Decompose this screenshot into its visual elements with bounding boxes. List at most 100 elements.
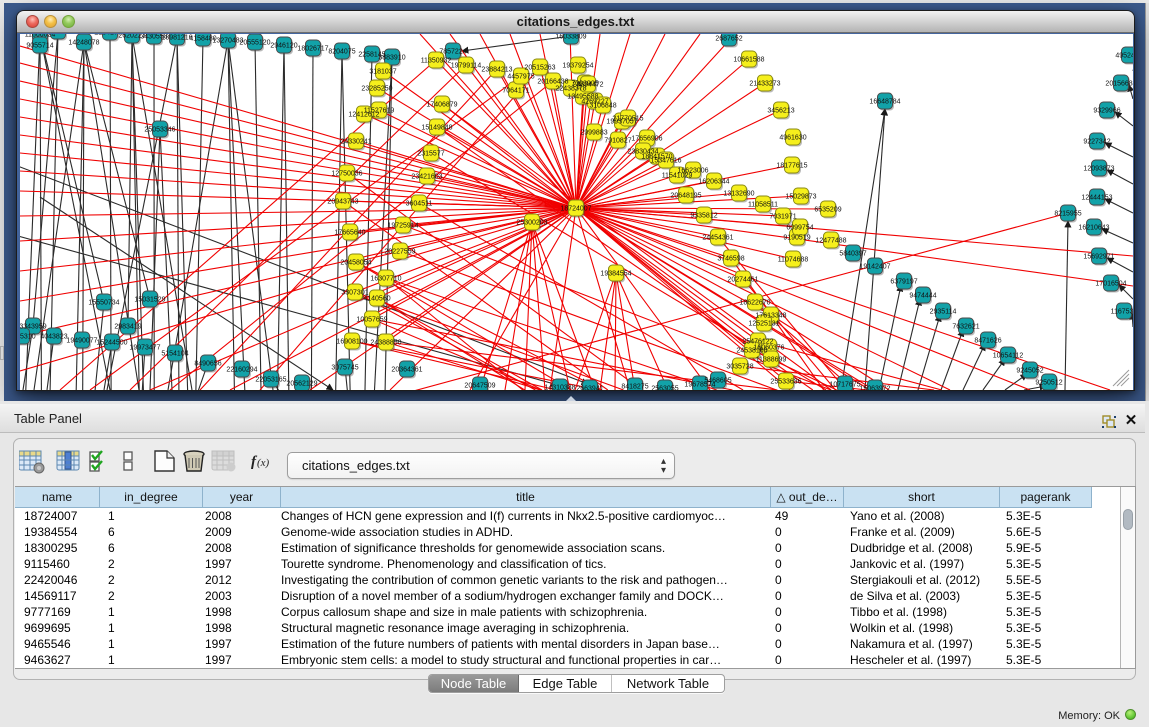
svg-text:3456213: 3456213 xyxy=(767,108,794,115)
svg-text:20648195: 20648195 xyxy=(670,193,701,200)
svg-text:14310388: 14310388 xyxy=(544,385,575,391)
svg-text:6061658: 6061658 xyxy=(44,34,71,36)
svg-text:4952451: 4952451 xyxy=(1115,53,1133,60)
svg-text:20227559: 20227559 xyxy=(384,249,415,256)
svg-text:8471626: 8471626 xyxy=(974,338,1001,345)
svg-text:19379254: 19379254 xyxy=(562,63,593,70)
svg-text:9190519: 9190519 xyxy=(783,235,810,242)
svg-text:2983419: 2983419 xyxy=(114,324,141,331)
svg-text:25053346: 25053346 xyxy=(144,127,175,134)
svg-text:24538166: 24538166 xyxy=(736,348,767,355)
svg-text:12412612: 12412612 xyxy=(348,112,379,119)
svg-text:2315577: 2315577 xyxy=(417,151,444,158)
svg-text:15031529: 15031529 xyxy=(134,297,165,304)
svg-text:3604511: 3604511 xyxy=(406,201,433,208)
svg-text:16210643: 16210643 xyxy=(1078,225,1109,232)
svg-text:12444153: 12444153 xyxy=(1081,195,1112,202)
svg-text:16623006: 16623006 xyxy=(677,168,708,175)
svg-text:18622670: 18622670 xyxy=(739,300,770,307)
svg-text:9055714: 9055714 xyxy=(26,43,53,50)
svg-text:11388699: 11388699 xyxy=(756,357,787,364)
svg-text:9335812: 9335812 xyxy=(690,213,717,220)
svg-text:2563055: 2563055 xyxy=(651,386,678,391)
svg-text:18981216: 18981216 xyxy=(161,35,192,42)
svg-text:5468605: 5468605 xyxy=(704,378,731,385)
svg-text:21433273: 21433273 xyxy=(749,81,780,88)
svg-text:24330241: 24330241 xyxy=(340,139,371,146)
svg-text:20156684: 20156684 xyxy=(1105,81,1133,88)
svg-text:17656906: 17656906 xyxy=(631,136,662,143)
svg-text:3181037: 3181037 xyxy=(369,69,396,76)
svg-text:12525131: 12525131 xyxy=(748,321,779,328)
svg-text:18724007: 18724007 xyxy=(560,206,591,213)
svg-text:6535209: 6535209 xyxy=(814,207,841,214)
svg-text:15029873: 15029873 xyxy=(785,194,816,201)
svg-text:18177615: 18177615 xyxy=(776,163,807,170)
svg-text:4140560: 4140560 xyxy=(363,296,390,303)
svg-text:25533636: 25533636 xyxy=(770,379,801,386)
svg-text:10654112: 10654112 xyxy=(993,353,1024,360)
svg-text:20515263: 20515263 xyxy=(524,65,555,72)
svg-text:20458054: 20458054 xyxy=(340,260,371,267)
svg-text:15550734: 15550734 xyxy=(88,300,119,307)
svg-text:15244500: 15244500 xyxy=(96,340,127,347)
svg-text:23884213: 23884213 xyxy=(481,67,512,74)
svg-text:17406879: 17406879 xyxy=(426,102,457,109)
svg-text:23285250: 23285250 xyxy=(361,86,392,93)
svg-text:10661588: 10661588 xyxy=(733,57,764,64)
svg-text:4961630: 4961630 xyxy=(779,135,806,142)
svg-text:(x): (x) xyxy=(257,457,270,469)
svg-text:25300203: 25300203 xyxy=(516,220,547,227)
svg-text:8215955: 8215955 xyxy=(1054,211,1081,218)
svg-text:7910827: 7910827 xyxy=(604,138,631,145)
svg-text:17613348: 17613348 xyxy=(755,313,786,320)
svg-text:7632621: 7632621 xyxy=(952,324,979,331)
svg-text:19725914: 19725914 xyxy=(387,223,418,230)
svg-text:20555120: 20555120 xyxy=(239,40,270,47)
svg-text:12477488: 12477488 xyxy=(815,238,846,245)
svg-text:18026717: 18026717 xyxy=(297,46,328,53)
svg-text:3106848: 3106848 xyxy=(589,103,616,110)
svg-text:16206344: 16206344 xyxy=(698,179,729,186)
svg-text:3746598: 3746598 xyxy=(717,256,744,263)
svg-text:3883910: 3883910 xyxy=(378,55,405,62)
svg-text:2663941: 2663941 xyxy=(576,386,603,391)
svg-text:12093873: 12093873 xyxy=(1083,166,1114,173)
svg-text:8490656: 8490656 xyxy=(194,361,221,368)
svg-text:3075745: 3075745 xyxy=(331,365,358,372)
svg-text:19490077: 19490077 xyxy=(66,338,97,345)
svg-text:9245052: 9245052 xyxy=(1016,368,1043,375)
svg-text:2999883: 2999883 xyxy=(580,130,607,137)
svg-text:3035728: 3035728 xyxy=(726,364,753,371)
svg-text:19799114: 19799114 xyxy=(451,63,482,70)
svg-text:9474444: 9474444 xyxy=(909,293,936,300)
svg-text:8418275: 8418275 xyxy=(621,384,648,391)
svg-text:9250512: 9250512 xyxy=(1035,380,1062,387)
svg-text:14248078: 14248078 xyxy=(68,40,99,47)
svg-text:2946120: 2946120 xyxy=(270,43,297,50)
svg-text:16033809: 16033809 xyxy=(555,34,586,41)
svg-text:6379197: 6379197 xyxy=(890,279,917,286)
svg-text:20943743: 20943743 xyxy=(327,199,358,206)
svg-text:5840397: 5840397 xyxy=(839,251,866,258)
svg-text:10717675: 10717675 xyxy=(829,382,860,389)
svg-text:11074688: 11074688 xyxy=(778,257,809,264)
svg-text:12750036: 12750036 xyxy=(331,171,362,178)
svg-text:13132690: 13132690 xyxy=(723,191,754,198)
svg-text:11058511: 11058511 xyxy=(748,202,778,209)
svg-text:9227342: 9227342 xyxy=(1083,139,1110,146)
svg-text:20562129: 20562129 xyxy=(286,381,317,388)
svg-text:9075310: 9075310 xyxy=(20,334,36,341)
svg-text:16908100: 16908100 xyxy=(336,339,367,346)
svg-text:4457975: 4457975 xyxy=(507,74,534,81)
svg-text:15692971: 15692971 xyxy=(1083,254,1114,261)
svg-text:11350932: 11350932 xyxy=(421,58,452,65)
svg-text:15347616: 15347616 xyxy=(650,158,681,165)
svg-text:17665640: 17665640 xyxy=(334,230,365,237)
svg-text:20274461: 20274461 xyxy=(727,277,758,284)
svg-text:22160294: 22160294 xyxy=(226,367,257,374)
svg-text:5154104: 5154104 xyxy=(161,351,188,358)
svg-text:19142407: 19142407 xyxy=(859,264,890,271)
svg-text:15149848: 15149848 xyxy=(421,125,452,132)
svg-text:24388850: 24388850 xyxy=(370,340,401,347)
